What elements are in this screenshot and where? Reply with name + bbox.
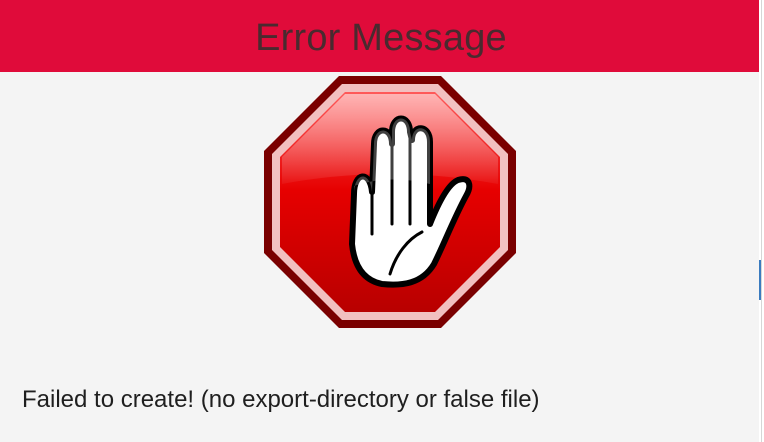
error-message: Failed to create! (no export-directory o… xyxy=(22,386,540,413)
stop-hand-icon xyxy=(264,76,516,328)
error-dialog: Error Message Failed to create! (no expo… xyxy=(0,0,762,442)
title-bar: Error Message xyxy=(0,0,761,72)
window-edge xyxy=(759,0,761,442)
dialog-title: Error Message xyxy=(255,16,507,59)
window-edge-accent xyxy=(759,260,761,300)
